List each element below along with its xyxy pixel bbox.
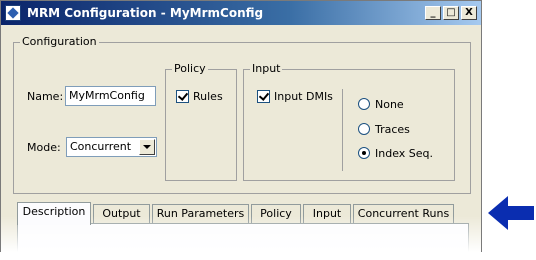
radio-none[interactable] bbox=[358, 98, 370, 110]
policy-group-label: Policy bbox=[172, 62, 208, 75]
radio-traces[interactable] bbox=[358, 123, 370, 135]
tab-description[interactable]: Description bbox=[17, 202, 91, 225]
tab-policy[interactable]: Policy bbox=[251, 204, 301, 224]
window-title: MRM Configuration - MyMrmConfig bbox=[27, 6, 264, 20]
name-field[interactable]: MyMrmConfig bbox=[65, 86, 156, 106]
minimize-button[interactable]: _ bbox=[425, 6, 441, 20]
tab-output[interactable]: Output bbox=[93, 204, 150, 224]
configuration-group-label: Configuration bbox=[20, 35, 99, 48]
app-icon bbox=[5, 5, 21, 21]
mode-label: Mode: bbox=[27, 141, 61, 154]
input-group: Input bbox=[243, 62, 455, 181]
maximize-button[interactable]: □ bbox=[443, 6, 459, 20]
tab-panel bbox=[17, 223, 469, 252]
mode-select-value: Concurrent bbox=[70, 140, 132, 153]
arrow-left-icon bbox=[486, 193, 536, 233]
input-dmis-checkbox[interactable] bbox=[257, 90, 270, 103]
input-group-label: Input bbox=[250, 62, 283, 75]
title-bar[interactable]: MRM Configuration - MyMrmConfig _ □ X bbox=[1, 1, 481, 25]
name-label: Name: bbox=[27, 90, 64, 103]
radio-traces-label: Traces bbox=[375, 123, 410, 136]
tab-run-parameters[interactable]: Run Parameters bbox=[152, 204, 249, 224]
chevron-down-icon[interactable] bbox=[139, 139, 155, 155]
rules-checkbox[interactable] bbox=[176, 90, 189, 103]
mrm-configuration-window: MRM Configuration - MyMrmConfig _ □ X Co… bbox=[0, 0, 482, 252]
radio-index-seq-label: Index Seq. bbox=[375, 147, 434, 160]
tab-input[interactable]: Input bbox=[303, 204, 351, 224]
rules-label: Rules bbox=[193, 90, 223, 103]
radio-none-label: None bbox=[375, 98, 404, 111]
radio-index-seq[interactable] bbox=[358, 147, 370, 159]
input-dmis-label: Input DMIs bbox=[274, 90, 333, 103]
close-button[interactable]: X bbox=[461, 6, 477, 20]
policy-group: Policy bbox=[165, 62, 237, 181]
mode-select[interactable]: Concurrent bbox=[66, 137, 157, 157]
tab-concurrent-runs[interactable]: Concurrent Runs bbox=[353, 204, 454, 224]
input-divider bbox=[342, 89, 343, 171]
